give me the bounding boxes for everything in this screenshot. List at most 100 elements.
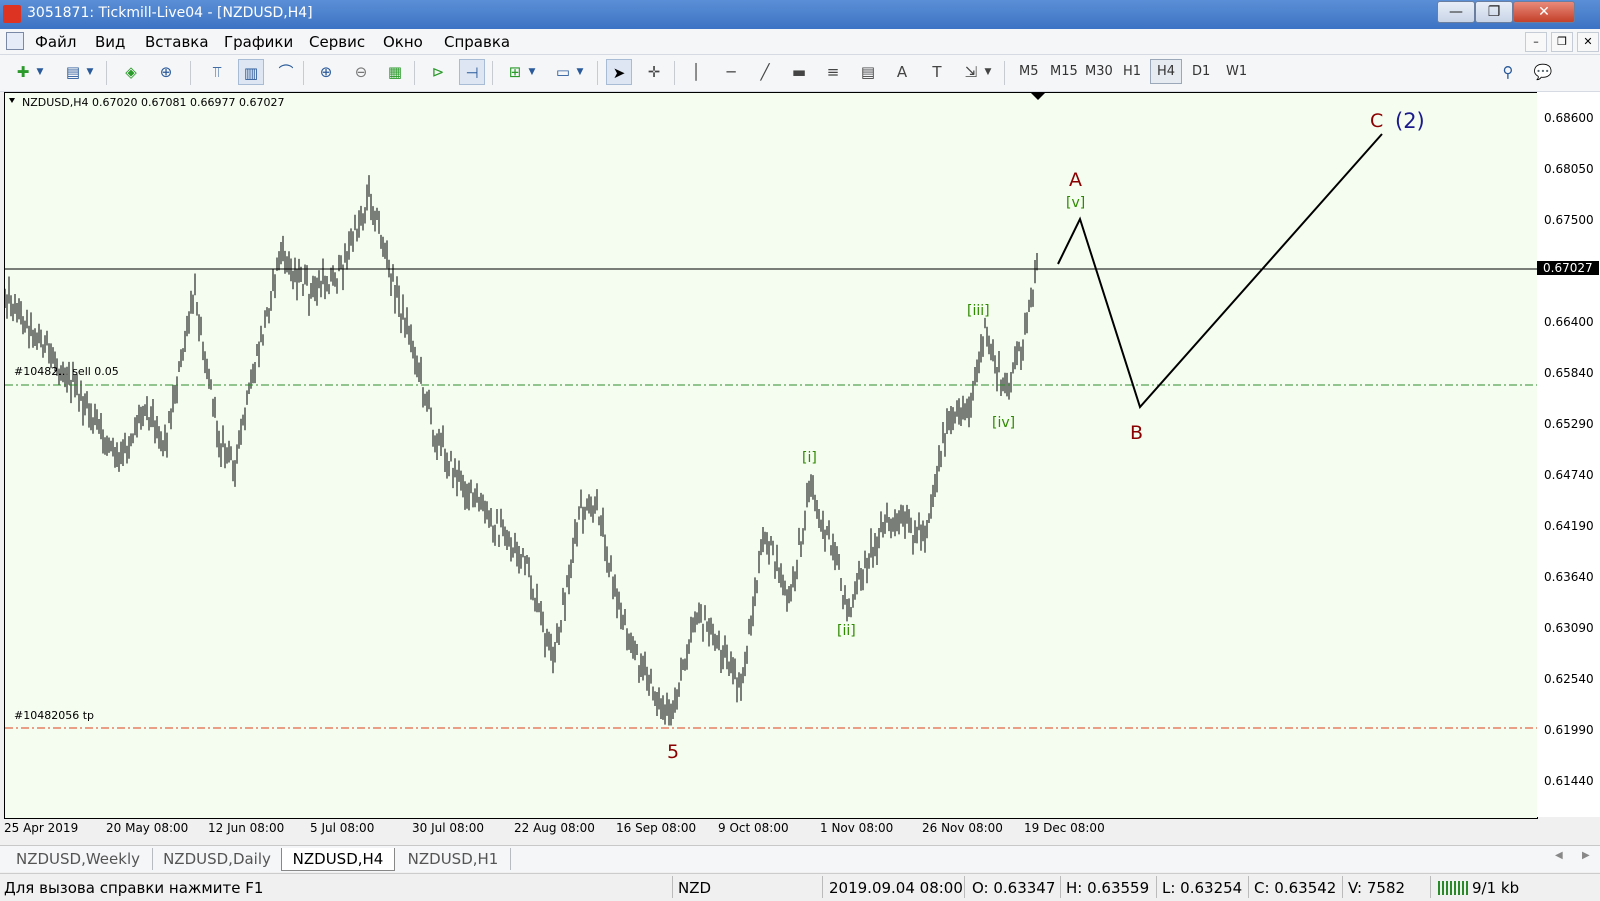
date-label: 20 May 08:00 <box>106 821 189 835</box>
chart-shift-marker[interactable] <box>1031 93 1045 100</box>
chart-window-icon[interactable] <box>6 32 24 50</box>
mdi-restore-button[interactable]: ❐ <box>1551 32 1573 52</box>
cursor-icon[interactable]: ➤ <box>606 59 632 85</box>
status-volume: V: 7582 <box>1348 879 1406 897</box>
rectangle-icon[interactable]: ▬ <box>786 59 812 85</box>
timeframe-m15[interactable]: M15 <box>1050 64 1078 79</box>
timeframe-m30[interactable]: M30 <box>1085 64 1113 79</box>
mdi-minimize-button[interactable]: – <box>1525 32 1547 52</box>
status-separator <box>1342 876 1343 898</box>
navigator-icon[interactable]: ⊕ <box>153 59 179 85</box>
price-label: 0.64190 <box>1544 519 1594 533</box>
tabs-scroll-left-icon[interactable]: ◀ <box>1555 850 1563 861</box>
wave-projection-path[interactable] <box>1057 133 1383 409</box>
autoscroll-icon[interactable]: ⊳ <box>425 59 451 85</box>
date-label: 9 Oct 08:00 <box>718 821 789 835</box>
timeframe-w1[interactable]: W1 <box>1226 64 1247 79</box>
price-label: 0.63090 <box>1544 621 1594 635</box>
toolbar-separator <box>674 61 675 85</box>
price-label: 0.66400 <box>1544 315 1594 329</box>
vertical-line-icon[interactable]: │ <box>683 59 709 85</box>
tab-nzdusd-daily[interactable]: NZDUSD,Daily <box>153 848 282 870</box>
minimize-button[interactable]: — <box>1437 1 1475 23</box>
mdi-close-button[interactable]: ✕ <box>1577 32 1599 52</box>
periodicity-dropdown-icon[interactable]: ▼ <box>574 59 586 85</box>
status-datetime: 2019.09.04 08:00 <box>829 879 963 897</box>
price-label: 0.61440 <box>1544 774 1594 788</box>
price-label: 0.61990 <box>1544 723 1594 737</box>
text-label-icon[interactable]: T <box>924 59 950 85</box>
price-label: 0.65290 <box>1544 417 1594 431</box>
status-bar: Для вызова справки нажмите F1 NZD 2019.0… <box>0 873 1600 901</box>
price-label: 0.67500 <box>1544 213 1594 227</box>
menu-file[interactable]: Файл <box>35 33 76 51</box>
toolbar-separator <box>597 61 598 85</box>
market-watch-icon[interactable]: ◈ <box>118 59 144 85</box>
search-icon[interactable]: ⚲ <box>1495 59 1521 85</box>
timeframe-m5[interactable]: M5 <box>1019 64 1039 79</box>
chart-tabs: NZDUSD,Weekly NZDUSD,Daily NZDUSD,H4 NZD… <box>0 845 1600 872</box>
maximize-button[interactable]: ❐ <box>1475 1 1513 23</box>
tab-nzdusd-h1[interactable]: NZDUSD,H1 <box>396 848 511 870</box>
toolbar-separator <box>303 61 304 85</box>
indicators-icon[interactable]: ⊞ <box>502 59 528 85</box>
close-button[interactable]: ✕ <box>1513 1 1575 23</box>
status-help-text: Для вызова справки нажмите F1 <box>4 879 264 897</box>
timeframe-h1[interactable]: H1 <box>1123 64 1141 79</box>
date-label: 5 Jul 08:00 <box>310 821 375 835</box>
timeframe-h4[interactable]: H4 <box>1150 59 1183 84</box>
line-chart-icon[interactable]: ⌒ <box>273 59 299 85</box>
menu-help[interactable]: Справка <box>444 33 510 51</box>
app-icon <box>3 5 21 23</box>
chat-icon[interactable]: 💬 <box>1530 59 1556 85</box>
zoom-in-icon[interactable]: ⊕ <box>313 59 339 85</box>
chart-area[interactable]: NZDUSD,H4 0.67020 0.67081 0.66977 0.6702… <box>4 92 1538 819</box>
arrows-dropdown-icon[interactable]: ▼ <box>982 59 994 85</box>
chart-shift-icon[interactable]: ⊣ <box>459 59 485 85</box>
status-close: C: 0.63542 <box>1254 879 1337 897</box>
price-series <box>4 175 1038 726</box>
price-chart[interactable]: NZDUSD,H4 0.67020 0.67081 0.66977 0.6702… <box>4 93 1537 818</box>
zoom-out-icon[interactable]: ⊖ <box>348 59 374 85</box>
toolbar-separator <box>414 61 415 85</box>
tabs-scroll-right-icon[interactable]: ▶ <box>1582 850 1590 861</box>
channel-icon[interactable]: ▤ <box>855 59 881 85</box>
wave-label-iii: [iii] <box>967 303 990 319</box>
tab-nzdusd-h4[interactable]: NZDUSD,H4 <box>281 848 395 871</box>
trendline-icon[interactable]: ╱ <box>752 59 778 85</box>
menu-view[interactable]: Вид <box>95 33 125 51</box>
toolbar-separator <box>190 61 191 85</box>
status-separator <box>1156 876 1157 898</box>
fibonacci-icon[interactable]: ≡ <box>820 59 846 85</box>
candlestick-chart-icon[interactable]: ▥ <box>238 59 264 85</box>
arrows-icon[interactable]: ⇲ <box>958 59 984 85</box>
menu-tools[interactable]: Сервис <box>309 33 365 51</box>
menu-window[interactable]: Окно <box>383 33 423 51</box>
tp-order-label: #10482056 tp <box>14 709 94 722</box>
date-label: 12 Jun 08:00 <box>208 821 285 835</box>
menu-insert[interactable]: Вставка <box>145 33 209 51</box>
price-scale[interactable] <box>1537 92 1600 817</box>
chart-info-arrow-icon <box>9 98 15 103</box>
new-chart-icon[interactable]: ✚ <box>10 59 36 85</box>
current-price-tag: 0.67027 <box>1537 261 1599 275</box>
menu-charts[interactable]: Графики <box>224 33 293 51</box>
status-separator <box>1430 876 1431 898</box>
profiles-dropdown-icon[interactable]: ▼ <box>84 59 96 85</box>
timeframe-d1[interactable]: D1 <box>1192 64 1210 79</box>
price-label: 0.64740 <box>1544 468 1594 482</box>
wave-label-v: [v] <box>1066 195 1085 211</box>
new-chart-dropdown-icon[interactable]: ▼ <box>34 59 46 85</box>
bar-chart-icon[interactable]: ⫪ <box>204 59 230 85</box>
periodicity-icon[interactable]: ▭ <box>550 59 576 85</box>
tile-windows-icon[interactable]: ▦ <box>382 59 408 85</box>
toolbar-separator <box>1004 61 1005 85</box>
connection-bars-icon[interactable] <box>1438 881 1468 895</box>
crosshair-icon[interactable]: ✛ <box>641 59 667 85</box>
horizontal-line-icon[interactable]: ─ <box>718 59 744 85</box>
text-icon[interactable]: A <box>889 59 915 85</box>
status-high: H: 0.63559 <box>1066 879 1150 897</box>
indicators-dropdown-icon[interactable]: ▼ <box>526 59 538 85</box>
profiles-icon[interactable]: ▤ <box>60 59 86 85</box>
tab-nzdusd-weekly[interactable]: NZDUSD,Weekly <box>4 848 153 870</box>
